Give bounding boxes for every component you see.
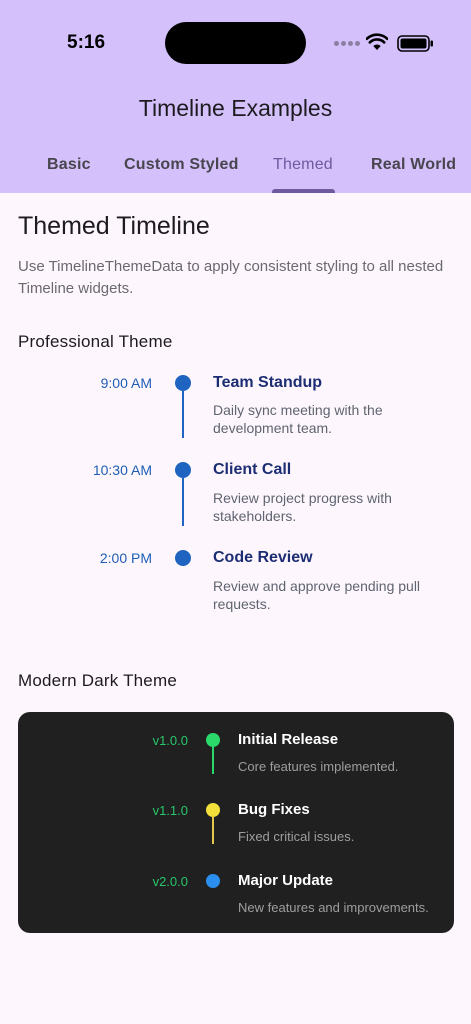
timeline-dot [175,462,191,478]
timeline-title: Major Update [238,872,334,889]
timeline-time: 2:00 PM [99,550,152,566]
timeline-dot [175,375,191,391]
app-bar: 5:16 Timeline Examples Basic Custom Styl… [0,0,471,193]
timeline-connector [182,391,184,438]
timeline-detail: Core features implemented. [238,759,399,774]
dark-timeline-card: v1.0.0 Initial Release Core features imp… [18,712,454,933]
timeline-title: Team Standup [213,374,323,391]
page-description: Use TimelineThemeData to apply consisten… [18,258,444,297]
tab-real-world[interactable]: Real World [371,156,456,174]
app-title: Timeline Examples [138,95,333,121]
timeline-title: Client Call [213,461,292,478]
page-title: Themed Timeline [18,212,210,240]
timeline-detail: Daily sync meeting with the development … [213,402,383,436]
timeline-time: 10:30 AM [92,462,152,478]
timeline-title: Initial Release [238,731,339,748]
timeline-connector [212,817,214,844]
timeline-dot [175,550,191,566]
timeline-detail: New features and improvements. [238,900,429,915]
timeline-dot [206,803,220,817]
dark-heading: Modern Dark Theme [18,671,177,690]
timeline-version: v1.1.0 [152,803,188,818]
timeline-connector [212,747,214,774]
tab-custom-styled[interactable]: Custom Styled [124,156,239,174]
tab-indicator [272,189,335,193]
timeline-version: v2.0.0 [152,874,188,889]
professional-heading: Professional Theme [18,332,173,351]
timeline-detail: Fixed critical issues. [238,829,355,844]
timeline-dot [206,733,220,747]
timeline-time: 9:00 AM [100,375,152,391]
timeline-title: Bug Fixes [238,801,310,818]
dynamic-island [165,22,306,64]
timeline-connector [182,478,184,526]
timeline-dot [206,874,220,888]
wifi-icon [366,33,388,50]
timeline-detail: Review project progress with stakeholder… [213,490,392,524]
timeline-version: v1.0.0 [152,733,188,748]
timeline-detail: Review and approve pending pull requests… [213,578,421,612]
timeline-title: Code Review [213,549,313,566]
tab-basic[interactable]: Basic [47,156,91,174]
signal-icon [334,41,360,46]
tab-themed[interactable]: Themed [273,156,333,174]
status-time: 5:16 [67,32,106,53]
battery-icon [397,35,433,52]
